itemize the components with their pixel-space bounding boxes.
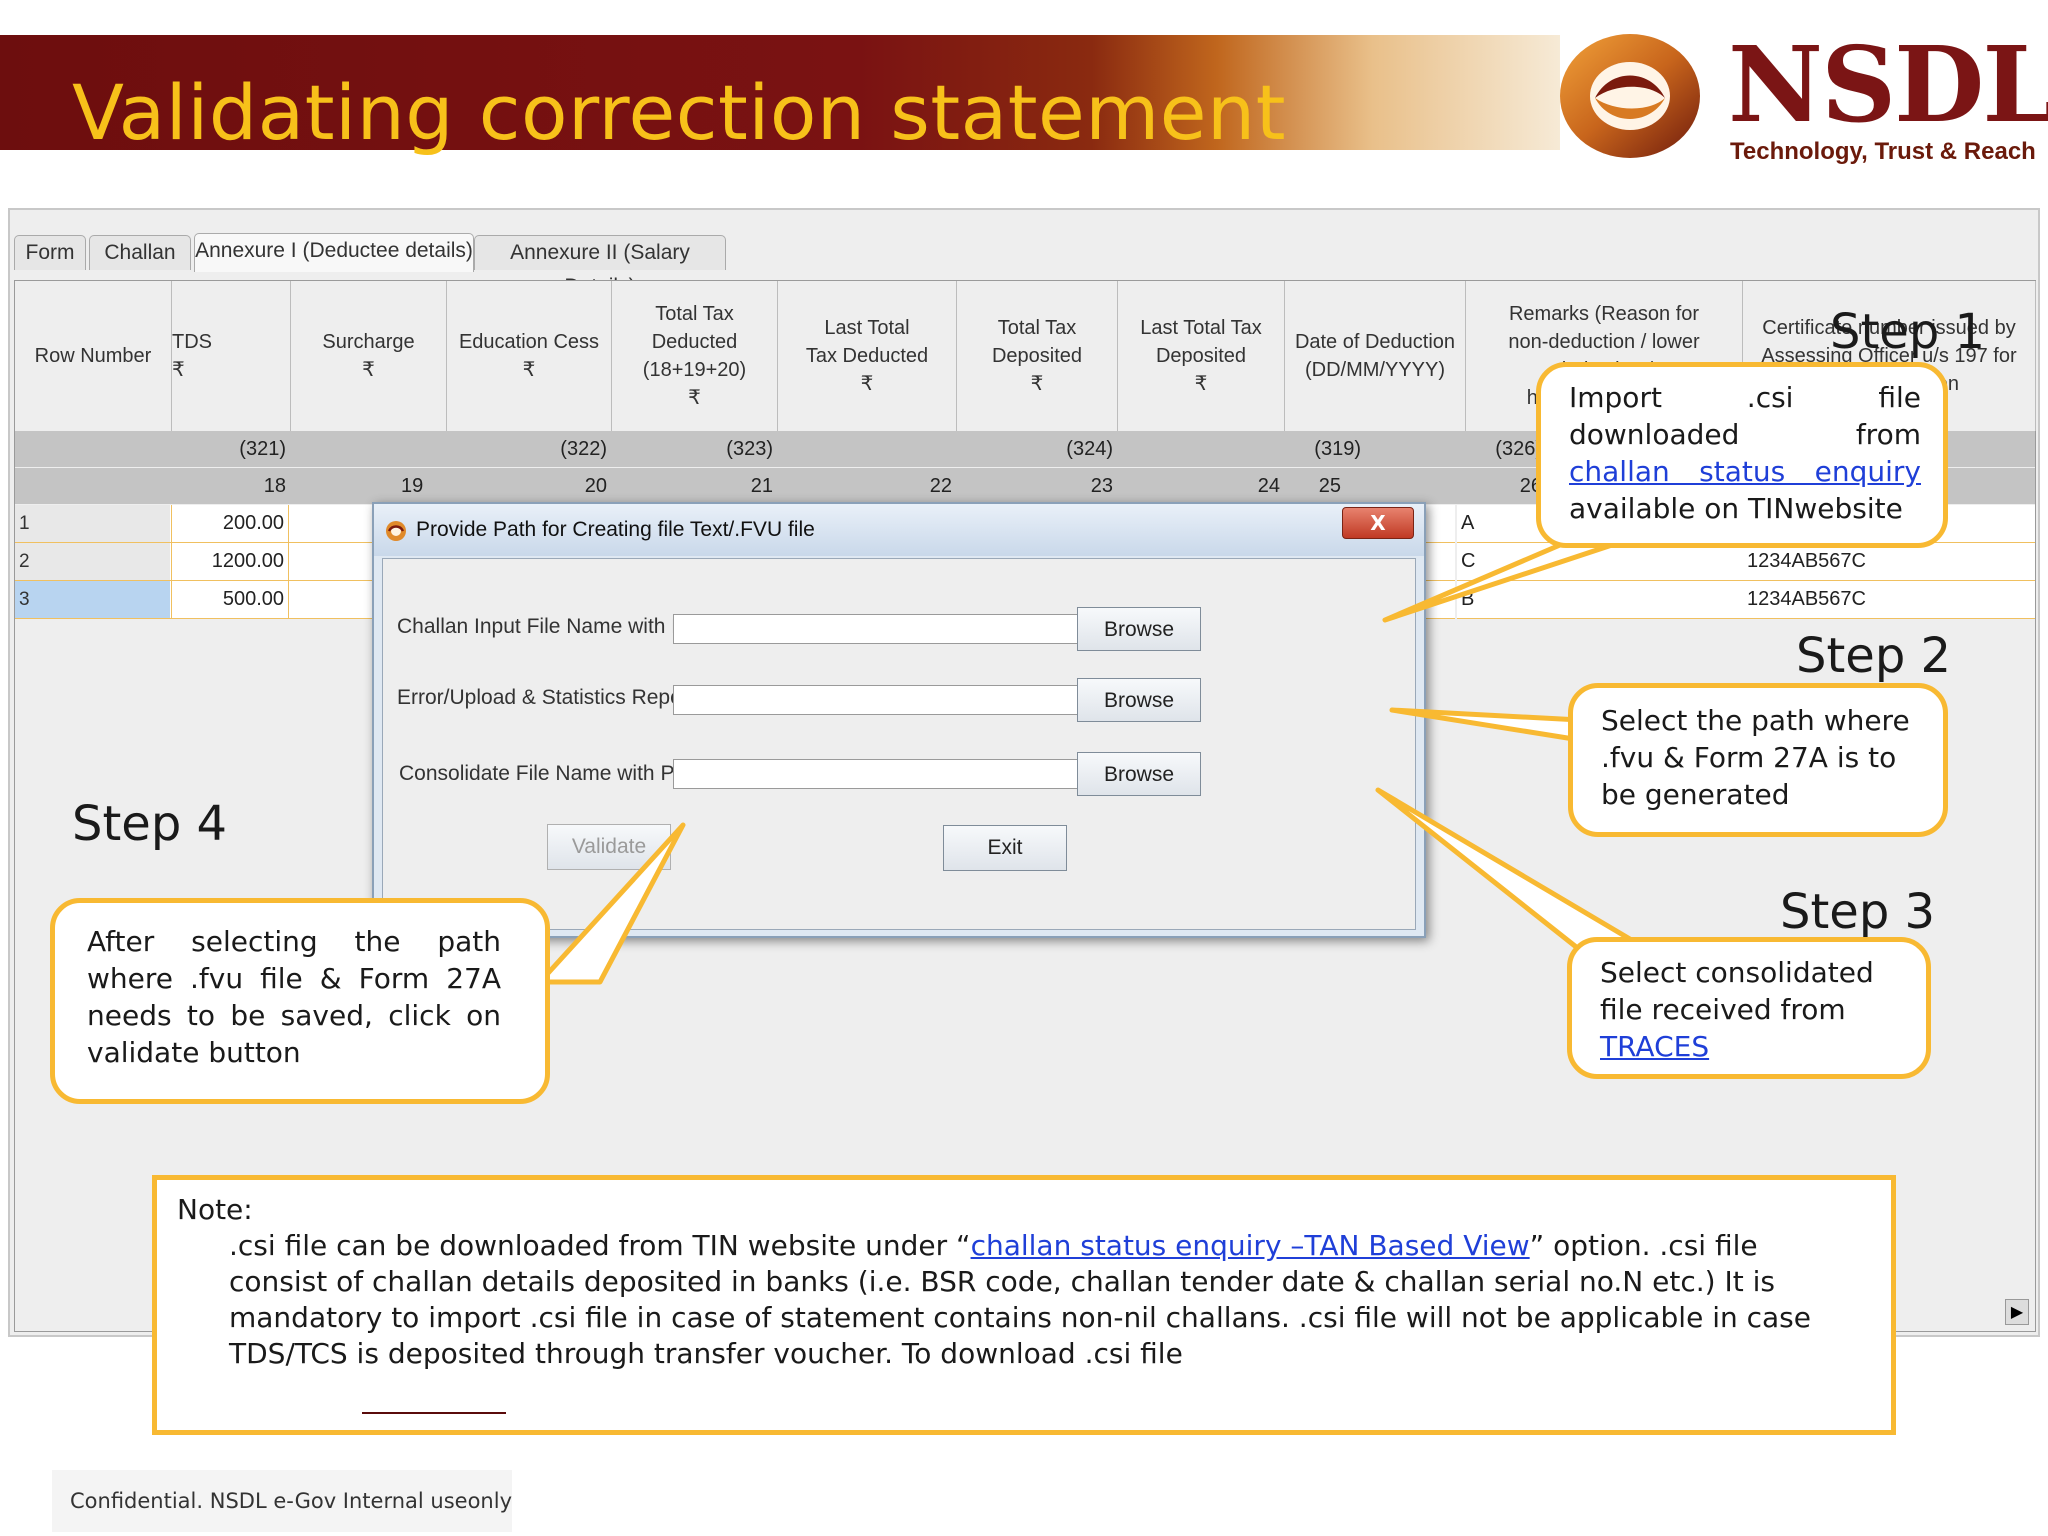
step2-callout: Select the path where .fvu & Form 27A is… xyxy=(1568,683,1948,837)
note-box: Note: .csi file can be downloaded from T… xyxy=(152,1175,1896,1435)
step4-text: validate button xyxy=(87,1036,301,1069)
step4-pointer xyxy=(537,822,686,985)
step3-heading: Step 3 xyxy=(1780,884,1936,940)
step2-heading: Step 2 xyxy=(1796,628,1952,684)
tan-based-view-link[interactable]: challan status enquiry –TAN Based View xyxy=(971,1229,1530,1262)
step2-text: .fvu & Form 27A is to xyxy=(1601,741,1897,774)
step1-callout: Import .csi file downloaded from challan… xyxy=(1536,362,1948,548)
note-text: ” option. .csi file xyxy=(1529,1229,1758,1262)
step4-heading: Step 4 xyxy=(72,796,228,852)
step4-text: After selecting the path xyxy=(87,925,501,958)
step2-pointer xyxy=(1389,707,1583,743)
step1-word: file xyxy=(1878,381,1921,414)
challan-status-enquiry-link[interactable]: challan status enquiry xyxy=(1569,453,1921,490)
step4-text: where .fvu file & Form 27A xyxy=(87,962,501,995)
step3-callout: Select consolidated file received from T… xyxy=(1567,937,1931,1079)
step3-text: file received from xyxy=(1600,993,1846,1026)
note-text: TDS/TCS is deposited through transfer vo… xyxy=(229,1337,1183,1370)
step1-word: downloaded xyxy=(1569,418,1740,451)
step3-text: Select consolidated xyxy=(1600,956,1874,989)
traces-link[interactable]: TRACES xyxy=(1600,1030,1709,1063)
step2-text: be generated xyxy=(1601,778,1790,811)
confidential-footer: Confidential. NSDL e-Gov Internal useonl… xyxy=(52,1470,512,1532)
step1-word: Import xyxy=(1569,381,1662,414)
divider xyxy=(362,1412,506,1414)
step1-word: .csi xyxy=(1746,381,1794,414)
note-text: .csi file can be downloaded from TIN web… xyxy=(229,1229,971,1262)
step1-text: available on TINwebsite xyxy=(1569,492,1903,525)
step1-pointer xyxy=(1382,542,1615,623)
step2-text: Select the path where xyxy=(1601,704,1910,737)
note-text: mandatory to import .csi file in case of… xyxy=(229,1301,1811,1334)
step1-word: from xyxy=(1855,418,1921,451)
step1-heading: Step 1 xyxy=(1830,304,1986,360)
note-body: .csi file can be downloaded from TIN web… xyxy=(229,1228,1829,1372)
step4-callout: After selecting the path where .fvu file… xyxy=(50,898,550,1104)
note-label: Note: xyxy=(177,1193,253,1226)
step4-text: needs to be saved, click on xyxy=(87,999,501,1032)
note-text: consist of challan details deposited in … xyxy=(229,1265,1775,1298)
